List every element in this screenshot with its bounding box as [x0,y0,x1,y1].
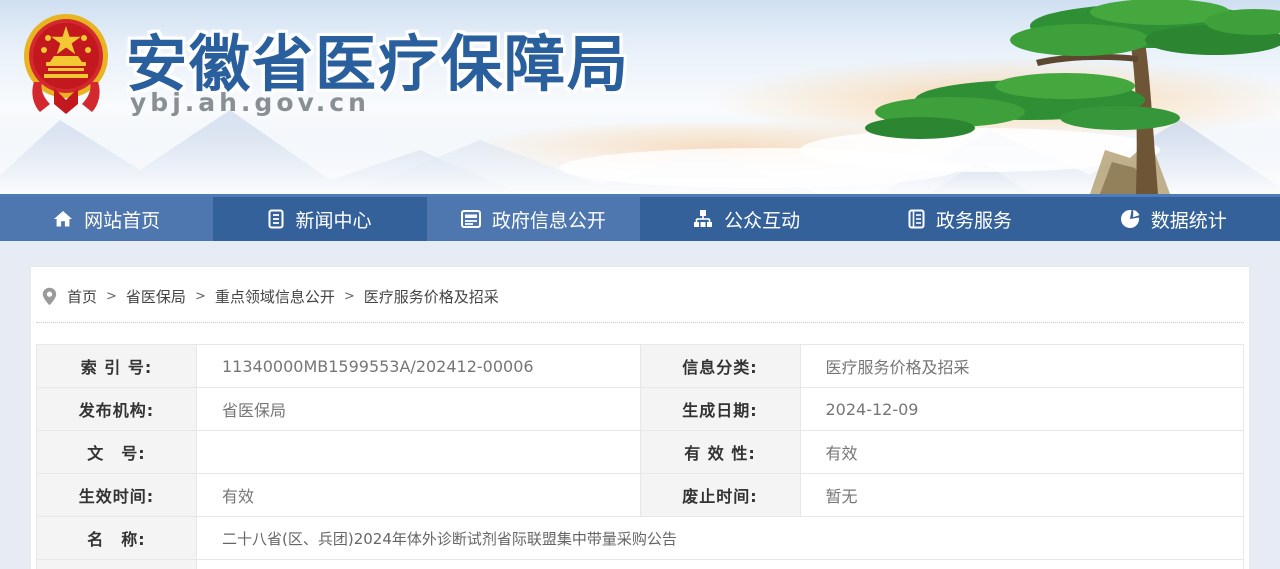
nav-item-label: 新闻中心 [295,206,371,233]
info-category-value: 医疗服务价格及招采 [800,345,1244,388]
breadcrumb-link-home[interactable]: 首页 [67,286,97,307]
breadcrumb-separator: > [344,289,355,304]
validity-value: 有效 [800,431,1244,474]
nav-item-gov-services[interactable]: 政务服务 [853,197,1066,241]
info-disclosure-icon [461,210,481,228]
breadcrumb: 首页 > 省医保局 > 重点领域信息公开 > 医疗服务价格及招采 [36,267,1244,323]
abolition-time-value: 暂无 [800,474,1244,517]
effective-time-label: 生效时间: [37,474,197,517]
table-row-partial [37,560,1244,569]
national-emblem-logo[interactable] [20,8,112,120]
nav-item-public-interaction[interactable]: 公众互动 [640,197,853,241]
table-row: 生效时间: 有效 废止时间: 暂无 [37,474,1244,517]
effective-time-value: 有效 [197,474,641,517]
news-document-icon [268,209,284,229]
breadcrumb-current-page: 医疗服务价格及招采 [364,286,499,307]
nav-item-news[interactable]: 新闻中心 [213,197,426,241]
table-row: 索 引 号: 11340000MB1599553A/202412-00006 信… [37,345,1244,388]
nav-item-label: 网站首页 [84,206,160,233]
breadcrumb-separator: > [106,289,117,304]
table-row: 发布机构: 省医保局 生成日期: 2024-12-09 [37,388,1244,431]
title-label: 名 称: [37,517,197,560]
abolition-time-label: 废止时间: [640,474,800,517]
info-category-label: 信息分类: [640,345,800,388]
main-navigation: 网站首页 新闻中心 政府信息公开 公众互动 [0,194,1280,241]
nav-item-gov-info-disclosure[interactable]: 政府信息公开 [427,197,640,241]
clipboard-icon [908,209,925,229]
content-card: 首页 > 省医保局 > 重点领域信息公开 > 医疗服务价格及招采 索 引 号: … [30,266,1250,569]
sitemap-icon [693,209,713,229]
nav-item-label: 数据统计 [1151,206,1227,233]
index-number-label: 索 引 号: [37,345,197,388]
generation-date-label: 生成日期: [640,388,800,431]
document-number-value [197,431,641,474]
partial-row-value [197,560,1244,569]
index-number-value: 11340000MB1599553A/202412-00006 [197,345,641,388]
page-body: 首页 > 省医保局 > 重点领域信息公开 > 医疗服务价格及招采 索 引 号: … [0,241,1280,569]
title-value: 二十八省(区、兵团)2024年体外诊断试剂省际联盟集中带量采购公告 [197,517,1244,560]
breadcrumb-link-key-areas-disclosure[interactable]: 重点领域信息公开 [215,286,335,307]
nav-item-label: 政务服务 [936,206,1012,233]
issuing-agency-label: 发布机构: [37,388,197,431]
site-banner: 安徽省医疗保障局 ybj.ah.gov.cn [0,0,1280,194]
home-icon [53,209,73,229]
breadcrumb-separator: > [195,289,206,304]
nav-item-home[interactable]: 网站首页 [0,197,213,241]
nav-item-label: 政府信息公开 [492,206,606,233]
nav-item-data-statistics[interactable]: 数据统计 [1067,197,1280,241]
generation-date-value: 2024-12-09 [800,388,1244,431]
table-row: 名 称: 二十八省(区、兵团)2024年体外诊断试剂省际联盟集中带量采购公告 [37,517,1244,560]
nav-item-label: 公众互动 [724,206,800,233]
validity-label: 有 效 性: [640,431,800,474]
location-pin-icon [42,287,57,306]
partial-row-label [37,560,197,569]
pie-chart-icon [1120,209,1140,229]
table-row: 文 号: 有 效 性: 有效 [37,431,1244,474]
issuing-agency-value: 省医保局 [197,388,641,431]
document-number-label: 文 号: [37,431,197,474]
breadcrumb-link-provincial-bureau[interactable]: 省医保局 [126,286,186,307]
document-info-table: 索 引 号: 11340000MB1599553A/202412-00006 信… [36,344,1244,569]
site-url: ybj.ah.gov.cn [130,88,370,117]
